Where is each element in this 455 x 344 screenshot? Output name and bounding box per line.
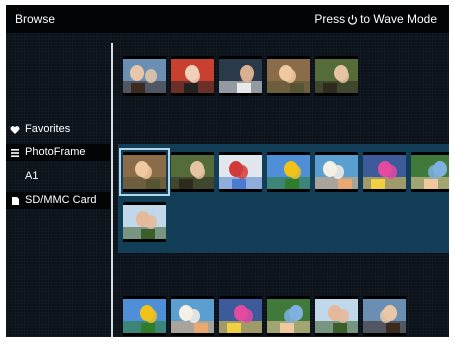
favorites-thumbnail[interactable] [123,56,166,96]
photo-frame-screen: Browse Press to Wave Mode Favorites Phot… [6,5,449,337]
photo-thumbnail-image [363,299,406,333]
sidebar-item-label: SD/MMC Card [25,194,97,206]
photoframe-thumbnail[interactable] [171,152,214,192]
photo-thumbnail-image [219,155,262,189]
photo-thumbnail-image [267,155,310,189]
sidebar-item-label: A1 [25,170,39,182]
sidebar-item-label: PhotoFrame [25,146,86,158]
photoframe-thumbnail[interactable] [119,148,170,196]
screen-title: Browse [15,12,56,26]
favorites-thumbnail[interactable] [219,56,262,96]
sd-card-thumbnail[interactable] [123,296,166,336]
photo-thumbnail-image [363,155,406,189]
sidebar-item-favorites[interactable]: Favorites [6,121,110,138]
heart-icon [10,126,20,134]
sd-card-thumbnail[interactable] [267,296,310,336]
list-icon [11,149,19,157]
photo-thumbnail-image [315,299,358,333]
photo-thumbnail-image [123,299,166,333]
photo-thumbnail-image [123,205,166,239]
sd-card-thumbnail[interactable] [363,296,406,336]
photo-thumbnail-image [171,155,214,189]
photoframe-thumbnail[interactable] [267,152,310,192]
favorites-thumbnail[interactable] [315,56,358,96]
photo-thumbnail-image [267,59,310,93]
photoframe-thumbnail[interactable] [363,152,406,192]
sidebar-item-label: Favorites [25,123,71,135]
photo-thumbnail-image [267,299,310,333]
sd-card-thumbnail[interactable] [315,296,358,336]
photo-thumbnail-image [171,299,214,333]
wave-mode-hint: Press to Wave Mode [314,12,437,26]
favorites-thumbnail[interactable] [171,56,214,96]
hint-suffix: to Wave Mode [360,12,437,26]
favorites-thumbnail[interactable] [267,56,310,96]
photo-thumbnail-image [171,59,214,93]
photo-thumbnail-image [123,59,166,93]
photoframe-thumbnail[interactable] [411,152,449,192]
photo-thumbnail-image [219,299,262,333]
photoframe-thumbnail[interactable] [219,152,262,192]
photoframe-thumbnail[interactable] [315,152,358,192]
sidebar-item-sd-card[interactable]: SD/MMC Card [6,192,110,209]
photo-thumbnail-image [123,155,166,189]
hint-prefix: Press [314,12,346,26]
sd-card-thumbnail[interactable] [171,296,214,336]
top-bar: Browse Press to Wave Mode [6,5,449,33]
photo-thumbnail-image [315,155,358,189]
photo-thumbnail-image [411,155,449,189]
sidebar-item-photoframe[interactable]: PhotoFrame [6,144,110,161]
card-icon [12,197,19,205]
power-icon [348,14,358,25]
photoframe-thumbnail[interactable] [123,202,166,242]
sd-card-thumbnail[interactable] [219,296,262,336]
photo-thumbnail-image [315,59,358,93]
sidebar-item-a1[interactable]: A1 [6,168,110,185]
sidebar-divider [111,43,113,337]
photo-thumbnail-image [219,59,262,93]
